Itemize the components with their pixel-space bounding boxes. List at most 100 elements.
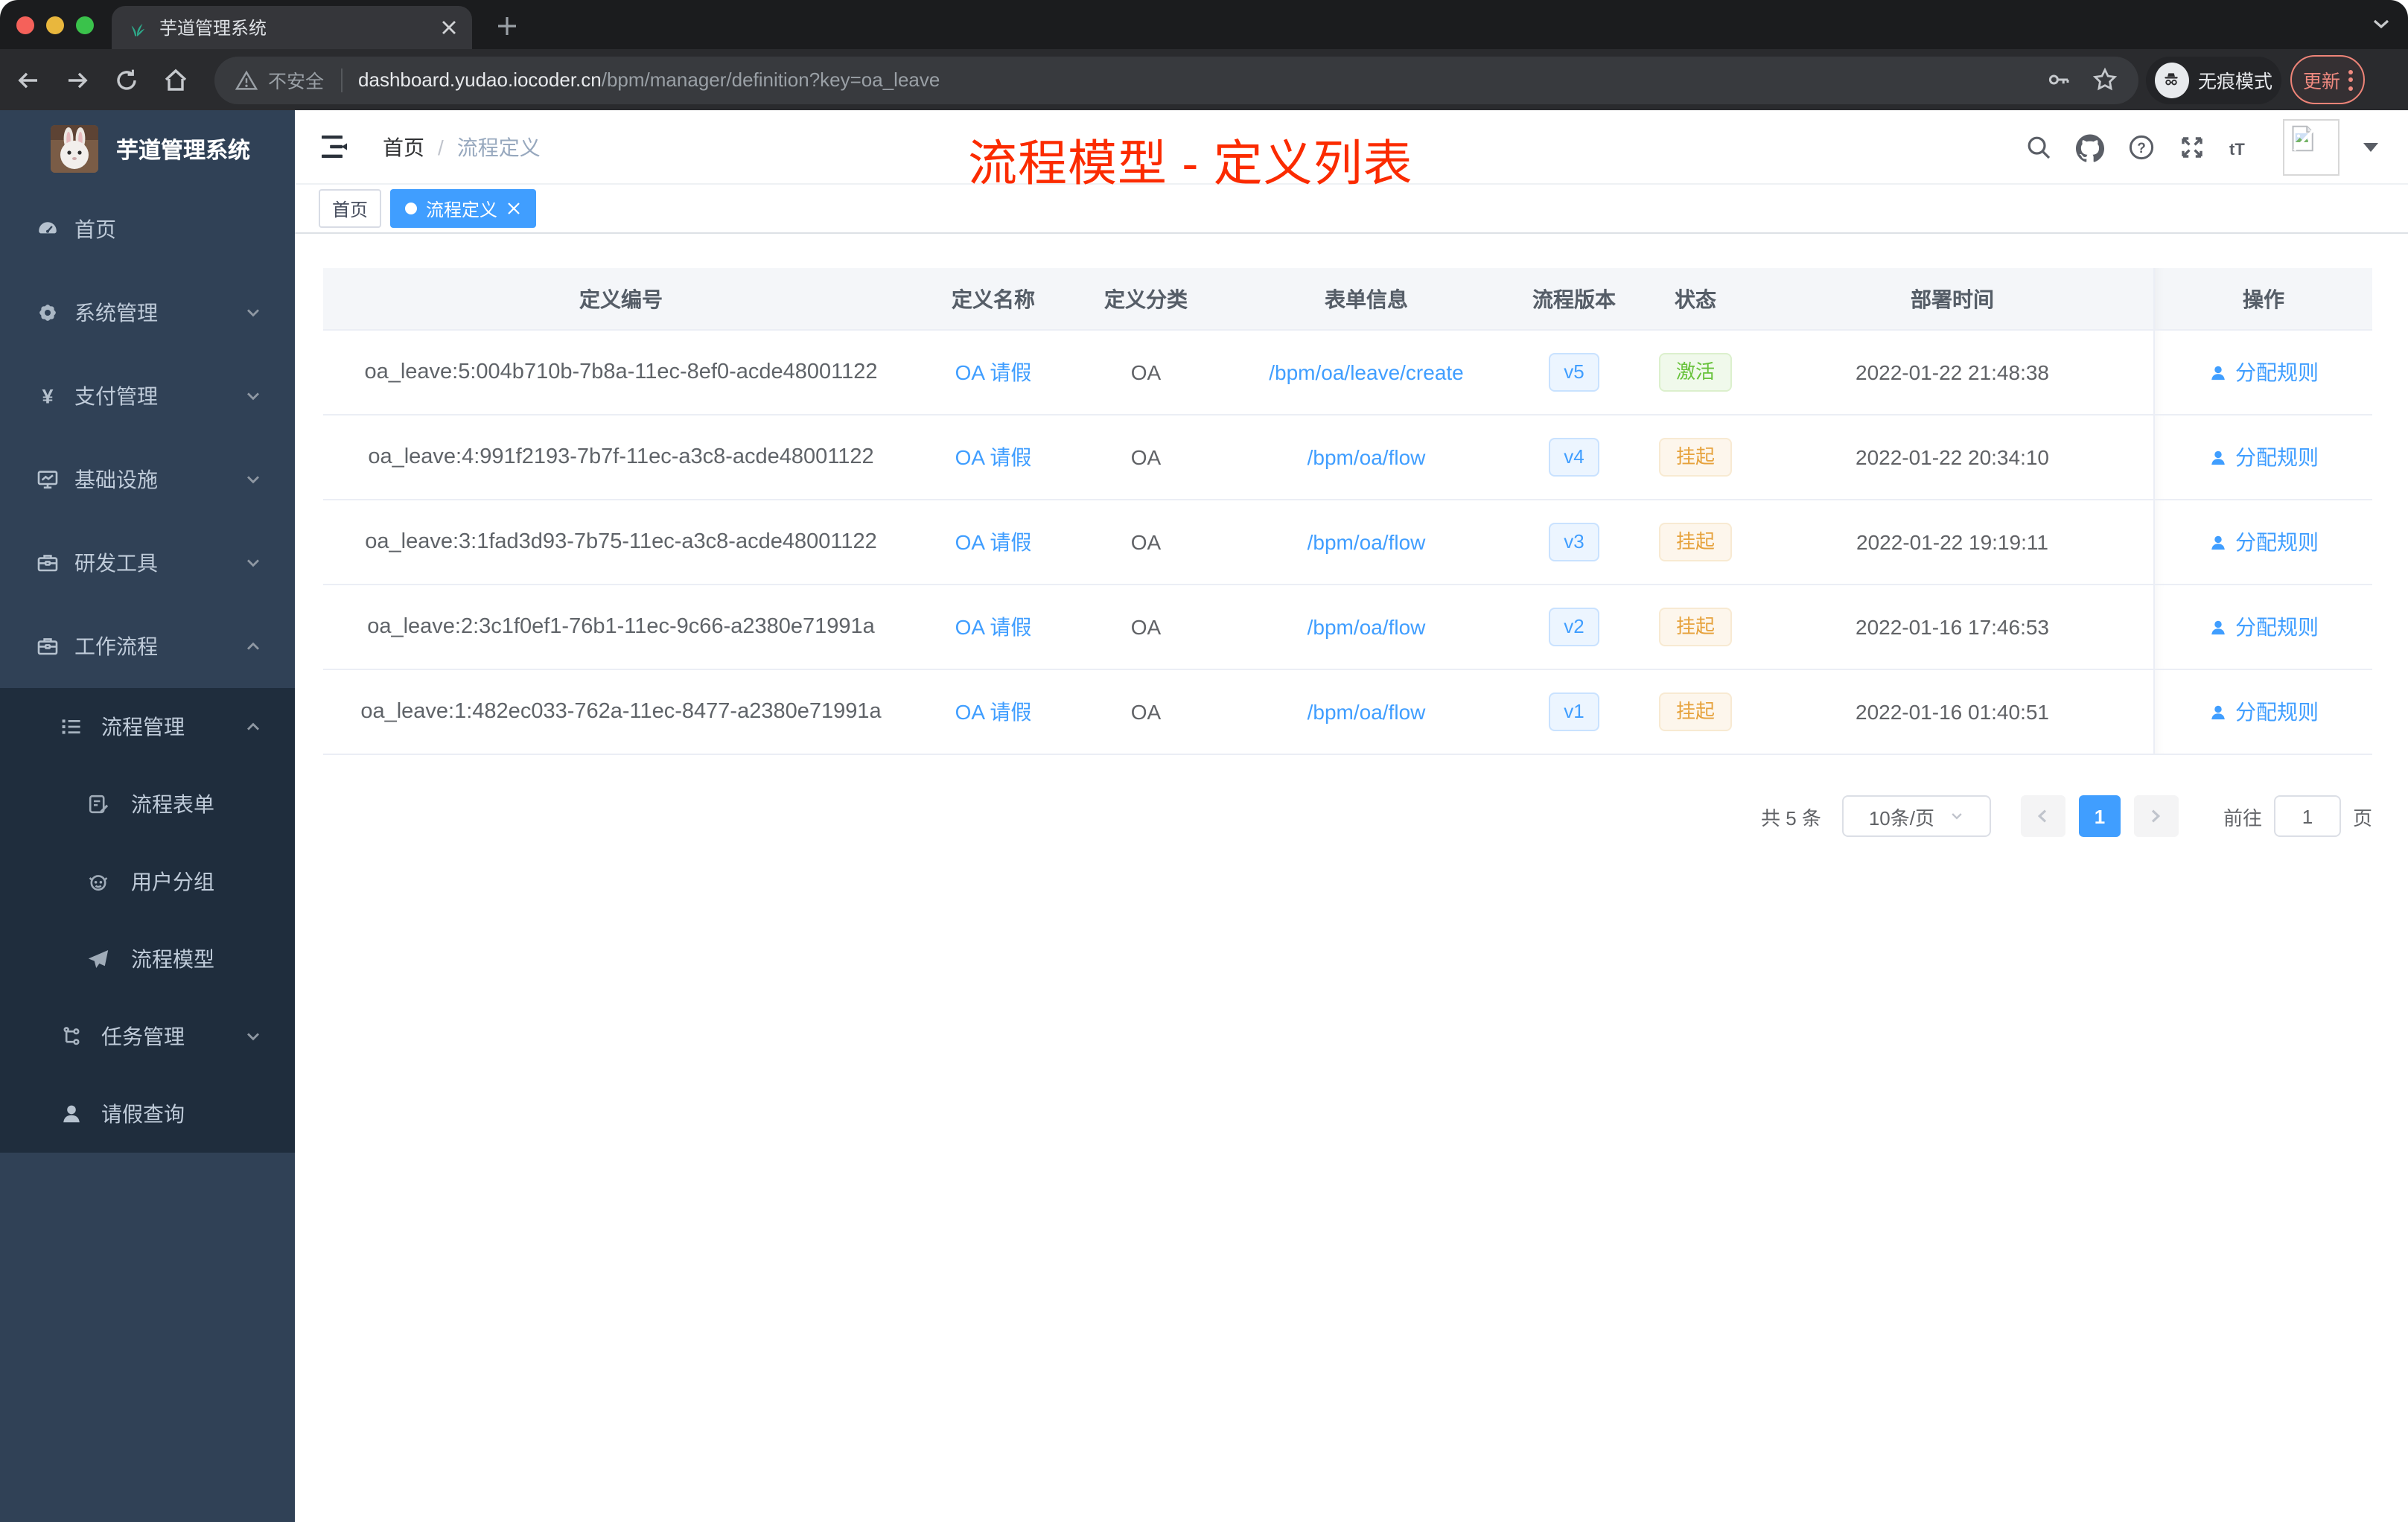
sidebar-item-workflow[interactable]: 工作流程 bbox=[0, 605, 295, 688]
definition-id: oa_leave:5:004b710b-7b8a-11ec-8ef0-acde4… bbox=[364, 360, 878, 384]
col-header: 定义编号 bbox=[579, 287, 663, 311]
assign-rule-button[interactable]: 分配规则 bbox=[2208, 527, 2319, 557]
search-tabs-chevron-icon[interactable] bbox=[2371, 15, 2392, 33]
help-icon[interactable]: ? bbox=[2128, 134, 2155, 161]
sidebar-item-label: 请假查询 bbox=[101, 1102, 185, 1126]
sidebar-item-process-management[interactable]: 流程管理 bbox=[0, 688, 295, 765]
tag-label: 流程定义 bbox=[426, 199, 498, 220]
sidebar-item-home[interactable]: 首页 bbox=[0, 188, 295, 271]
goto-label: 前往 bbox=[2223, 806, 2262, 829]
status-badge: 挂起 bbox=[1659, 692, 1731, 731]
search-icon[interactable] bbox=[2025, 134, 2052, 161]
toolbox-icon bbox=[36, 634, 60, 658]
sidebar-item-user-group[interactable]: 用户分组 bbox=[0, 843, 295, 920]
status-badge: 挂起 bbox=[1659, 523, 1731, 561]
goto-page-input[interactable] bbox=[2273, 795, 2341, 837]
reload-button[interactable] bbox=[113, 66, 140, 93]
definition-name-link[interactable]: OA 请假 bbox=[955, 445, 1032, 469]
close-window-button[interactable] bbox=[16, 16, 34, 34]
home-button[interactable] bbox=[162, 66, 189, 93]
back-button[interactable] bbox=[15, 66, 42, 93]
form-link[interactable]: /bpm/oa/leave/create bbox=[1269, 360, 1464, 384]
sidebar-item-label: 流程模型 bbox=[131, 947, 214, 971]
sidebar-item-infrastructure[interactable]: 基础设施 bbox=[0, 438, 295, 521]
logo-avatar bbox=[51, 125, 98, 173]
avatar[interactable] bbox=[2283, 119, 2339, 176]
sidebar-item-task-management[interactable]: 任务管理 bbox=[0, 998, 295, 1075]
breadcrumb-home[interactable]: 首页 bbox=[383, 132, 424, 162]
update-label: 更新 bbox=[2302, 71, 2340, 92]
definition-id: oa_leave:3:1fad3d93-7b75-11ec-a3c8-acde4… bbox=[365, 530, 877, 554]
definition-name-link[interactable]: OA 请假 bbox=[955, 530, 1032, 554]
form-link[interactable]: /bpm/oa/flow bbox=[1307, 700, 1426, 724]
page-number-button[interactable]: 1 bbox=[2078, 795, 2121, 837]
sidebar-item-label: 用户分组 bbox=[131, 870, 214, 894]
flow-tree-icon bbox=[60, 1025, 83, 1048]
minimize-window-button[interactable] bbox=[46, 16, 64, 34]
divider bbox=[340, 68, 343, 92]
active-dot-icon bbox=[405, 203, 418, 214]
assign-rule-label: 分配规则 bbox=[2235, 700, 2319, 724]
assign-rule-button[interactable]: 分配规则 bbox=[2208, 357, 2319, 387]
sidebar-item-system[interactable]: 系统管理 bbox=[0, 271, 295, 354]
definition-name-link[interactable]: OA 请假 bbox=[955, 615, 1032, 639]
sidebar-item-dev-tools[interactable]: 研发工具 bbox=[0, 521, 295, 605]
chevron-up-icon bbox=[244, 718, 262, 736]
gear-icon bbox=[36, 301, 60, 325]
form-edit-icon bbox=[86, 792, 110, 816]
form-link[interactable]: /bpm/oa/flow bbox=[1307, 445, 1426, 469]
chevron-down-icon bbox=[244, 1028, 262, 1045]
browser-tab[interactable]: 芋道管理系统 bbox=[112, 6, 472, 49]
chevron-right-icon bbox=[2152, 809, 2162, 823]
form-link[interactable]: /bpm/oa/flow bbox=[1307, 615, 1426, 639]
password-key-icon[interactable] bbox=[2046, 67, 2071, 92]
sidebar-logo: 芋道管理系统 bbox=[0, 110, 295, 188]
form-link[interactable]: /bpm/oa/flow bbox=[1307, 530, 1426, 554]
incognito-badge[interactable]: 无痕模式 bbox=[2146, 56, 2281, 104]
breadcrumb: 首页 / 流程定义 bbox=[383, 132, 541, 162]
user-icon bbox=[2211, 450, 2225, 465]
sidebar-item-process-form[interactable]: 流程表单 bbox=[0, 765, 295, 843]
sidebar-item-process-model[interactable]: 流程模型 bbox=[0, 920, 295, 998]
app-title: 芋道管理系统 bbox=[116, 138, 251, 163]
url-bar[interactable]: 不安全 dashboard.yudao.iocoder.cn/bpm/manag… bbox=[214, 56, 2138, 104]
tag-home[interactable]: 首页 bbox=[319, 189, 382, 228]
url-domain: dashboard.yudao.iocoder.cn bbox=[358, 69, 602, 91]
new-tab-button[interactable] bbox=[491, 10, 521, 40]
hamburger-icon[interactable] bbox=[322, 136, 347, 158]
col-header: 表单信息 bbox=[1325, 287, 1408, 311]
traffic-lights bbox=[16, 16, 94, 34]
sidebar-item-label: 流程管理 bbox=[101, 715, 185, 739]
tab-close-icon[interactable] bbox=[441, 19, 457, 36]
security-label[interactable]: 不安全 bbox=[268, 66, 324, 94]
definition-id: oa_leave:2:3c1f0ef1-76b1-11ec-9c66-a2380… bbox=[367, 615, 875, 639]
tree-table-icon bbox=[60, 715, 83, 739]
definition-name-link[interactable]: OA 请假 bbox=[955, 700, 1032, 724]
bookmark-star-icon[interactable] bbox=[2092, 67, 2118, 92]
zoom-window-button[interactable] bbox=[76, 16, 94, 34]
user-icon bbox=[60, 1102, 83, 1126]
definition-name-link[interactable]: OA 请假 bbox=[955, 360, 1032, 384]
tag-process-definition[interactable]: 流程定义 bbox=[390, 189, 537, 228]
definition-category: OA bbox=[1130, 700, 1162, 724]
assign-rule-button[interactable]: 分配规则 bbox=[2208, 442, 2319, 472]
sidebar-item-label: 工作流程 bbox=[74, 634, 158, 658]
assign-rule-button[interactable]: 分配规则 bbox=[2208, 612, 2319, 642]
assign-rule-button[interactable]: 分配规则 bbox=[2208, 697, 2319, 727]
yen-icon: ¥ bbox=[36, 384, 60, 408]
main-content: 流程模型 - 定义列表 首页 / 流程定义 ? tT 首页 流程定义 定义编号 … bbox=[295, 110, 2408, 1522]
sidebar-item-leave-query[interactable]: 请假查询 bbox=[0, 1075, 295, 1153]
forward-button[interactable] bbox=[64, 66, 91, 93]
fullscreen-icon[interactable] bbox=[2179, 134, 2205, 161]
deploy-time: 2022-01-16 17:46:53 bbox=[1856, 615, 2049, 639]
prev-page-button[interactable] bbox=[2020, 795, 2065, 837]
page-size-select[interactable]: 10条/页 bbox=[1841, 795, 1991, 837]
sidebar-item-payment[interactable]: ¥ 支付管理 bbox=[0, 354, 295, 438]
dashboard-icon bbox=[36, 217, 60, 241]
next-page-button[interactable] bbox=[2133, 795, 2179, 837]
github-icon[interactable] bbox=[2076, 133, 2104, 162]
font-size-icon[interactable]: tT bbox=[2229, 134, 2259, 161]
tag-close-icon[interactable] bbox=[506, 201, 521, 216]
avatar-dropdown-caret-icon[interactable] bbox=[2363, 143, 2378, 152]
chrome-update-menu-button[interactable]: 更新 bbox=[2290, 55, 2365, 104]
